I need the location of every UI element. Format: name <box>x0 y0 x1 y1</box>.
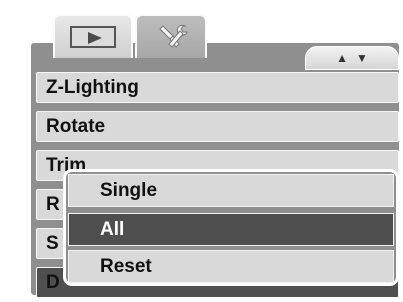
menu-item-rotate[interactable]: Rotate <box>36 111 399 142</box>
camera-menu-screen: ▲ ▼ Z-Lighting Rotate Trim R S D Single … <box>0 0 403 302</box>
option-all[interactable]: All <box>68 213 394 246</box>
option-reset[interactable]: Reset <box>68 250 394 283</box>
tools-icon <box>159 24 188 48</box>
menu-item-z-lighting[interactable]: Z-Lighting <box>36 72 399 103</box>
scroll-down-icon[interactable]: ▼ <box>356 51 368 65</box>
menu-item-label: Rotate <box>46 116 106 137</box>
option-label: Single <box>100 180 158 201</box>
option-label: Reset <box>100 256 152 277</box>
scroll-up-icon[interactable]: ▲ <box>336 51 348 65</box>
tab-setup[interactable] <box>135 14 207 58</box>
menu-item-label: Z-Lighting <box>46 77 139 98</box>
menu-item-label: D <box>46 272 60 293</box>
tab-playback[interactable] <box>53 14 133 58</box>
submenu-popup: Single All Reset <box>63 169 399 286</box>
play-icon <box>70 26 116 48</box>
menu-item-label: S <box>46 233 59 254</box>
option-label: All <box>100 219 125 240</box>
menu-item-label: R <box>46 194 60 215</box>
scroll-indicator[interactable]: ▲ ▼ <box>305 46 399 70</box>
option-single[interactable]: Single <box>68 174 394 207</box>
